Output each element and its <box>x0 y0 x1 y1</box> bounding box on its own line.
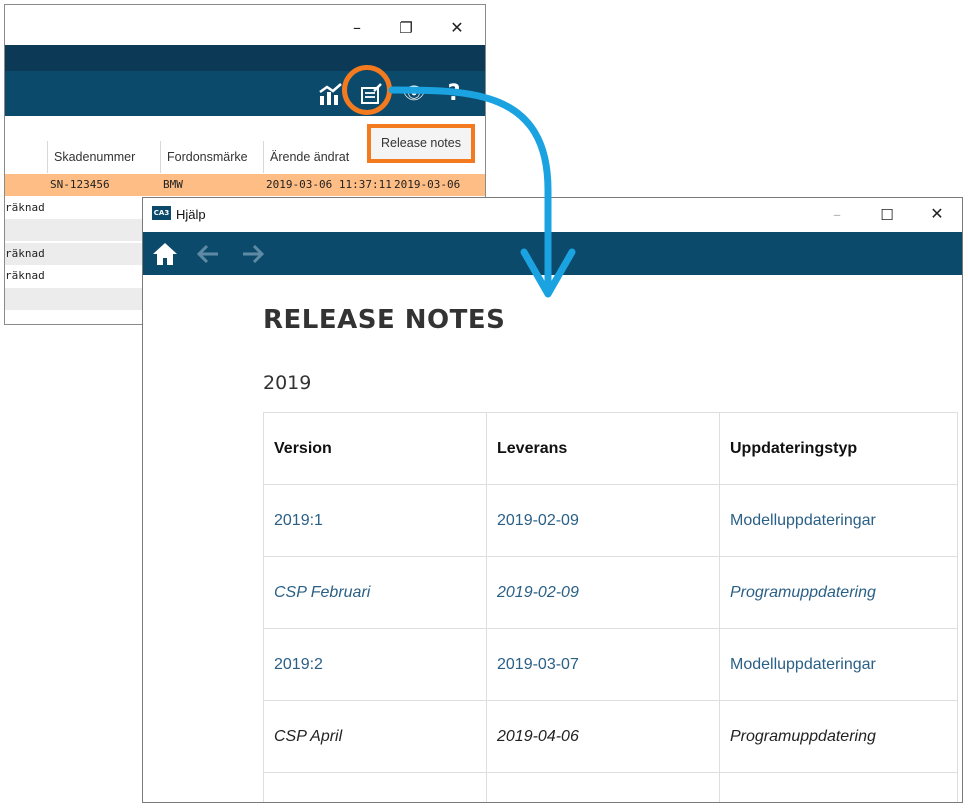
delivery-link[interactable]: 2019-02-09 <box>486 484 720 557</box>
app-logo-icon: CA3 <box>152 206 171 220</box>
delivery-cell <box>486 772 720 802</box>
menu-strip <box>5 45 485 71</box>
column-header-blank <box>5 141 47 173</box>
table-header-row: Version Leverans Uppdateringstyp <box>263 412 958 485</box>
column-header-arende-andrat[interactable]: Ärende ändrat <box>263 141 383 173</box>
column-header-fordonsmarke[interactable]: Fordonsmärke <box>160 141 263 173</box>
main-title-bar: – ❐ ✕ <box>5 5 485 45</box>
type-cell: Programuppdatering <box>719 700 958 773</box>
delivery-cell: 2019-04-06 <box>486 700 720 773</box>
type-cell <box>719 772 958 802</box>
help-nav-bar <box>143 232 962 275</box>
table-row: CSP Februari 2019-02-09 Programuppdateri… <box>263 556 958 629</box>
changed-cell: 2019-03-06 11:37:11 <box>266 178 392 191</box>
claim-number-cell: SN-123456 <box>50 178 110 191</box>
brand-cell: BMW <box>163 178 183 191</box>
help-content: RELEASE NOTES 2019 Version Leverans Uppd… <box>143 275 962 802</box>
table-row: 2019:1 2019-02-09 Modelluppdateringar <box>263 484 958 557</box>
release-notes-tooltip: Release notes <box>367 124 475 163</box>
column-header-skadenummer[interactable]: Skadenummer <box>47 141 160 173</box>
tooltip-label: Release notes <box>381 136 461 150</box>
status-cell: räknad <box>5 201 45 214</box>
version-link[interactable]: CSP Februari <box>263 556 487 629</box>
status-cell: räknad <box>5 269 45 282</box>
type-link[interactable]: Modelluppdateringar <box>719 484 958 557</box>
page-title: RELEASE NOTES <box>263 305 506 335</box>
restore-button[interactable]: ❐ <box>393 15 419 41</box>
type-link[interactable]: Modelluppdateringar <box>719 628 958 701</box>
main-toolbar: 👁 ? <box>5 71 485 116</box>
help-window: CA3 Hjälp – ☐ ✕ RELEASE NOTES 2019 Versi… <box>142 197 963 803</box>
help-window-title: Hjälp <box>176 207 206 222</box>
forward-arrow-icon[interactable] <box>238 232 268 275</box>
close-button[interactable]: ✕ <box>444 15 470 41</box>
home-icon[interactable] <box>150 232 180 275</box>
minimize-button[interactable]: – <box>824 202 850 228</box>
back-arrow-icon[interactable] <box>193 232 223 275</box>
help-icon[interactable]: ? <box>441 71 467 116</box>
view-icon[interactable]: 👁 <box>400 71 428 116</box>
maximize-button[interactable]: ☐ <box>874 202 900 228</box>
table-row: CSP April 2019-04-06 Programuppdatering <box>263 700 958 773</box>
minimize-button[interactable]: – <box>344 15 370 41</box>
delivery-link[interactable]: 2019-02-09 <box>486 556 720 629</box>
delivery-link[interactable]: 2019-03-07 <box>486 628 720 701</box>
header-uppdateringstyp: Uppdateringstyp <box>719 412 958 485</box>
version-cell: CSP April <box>263 700 487 773</box>
table-row-selected[interactable]: SN-123456 BMW 2019-03-06 11:37:11 2019-0… <box>5 174 485 213</box>
close-button[interactable]: ✕ <box>924 201 950 227</box>
release-table: Version Leverans Uppdateringstyp 2019:1 … <box>263 412 958 802</box>
highlight-circle <box>342 65 392 115</box>
header-leverans: Leverans <box>486 412 720 485</box>
version-link[interactable]: 2019:2 <box>263 628 487 701</box>
table-row: 2019:2 2019-03-07 Modelluppdateringar <box>263 628 958 701</box>
status-cell: räknad <box>5 247 45 260</box>
year-heading: 2019 <box>263 372 312 394</box>
type-link[interactable]: Programuppdatering <box>719 556 958 629</box>
version-cell <box>263 772 487 802</box>
help-title-bar: CA3 Hjälp – ☐ ✕ <box>143 198 962 232</box>
header-version: Version <box>263 412 487 485</box>
table-row <box>263 772 958 802</box>
version-link[interactable]: 2019:1 <box>263 484 487 557</box>
